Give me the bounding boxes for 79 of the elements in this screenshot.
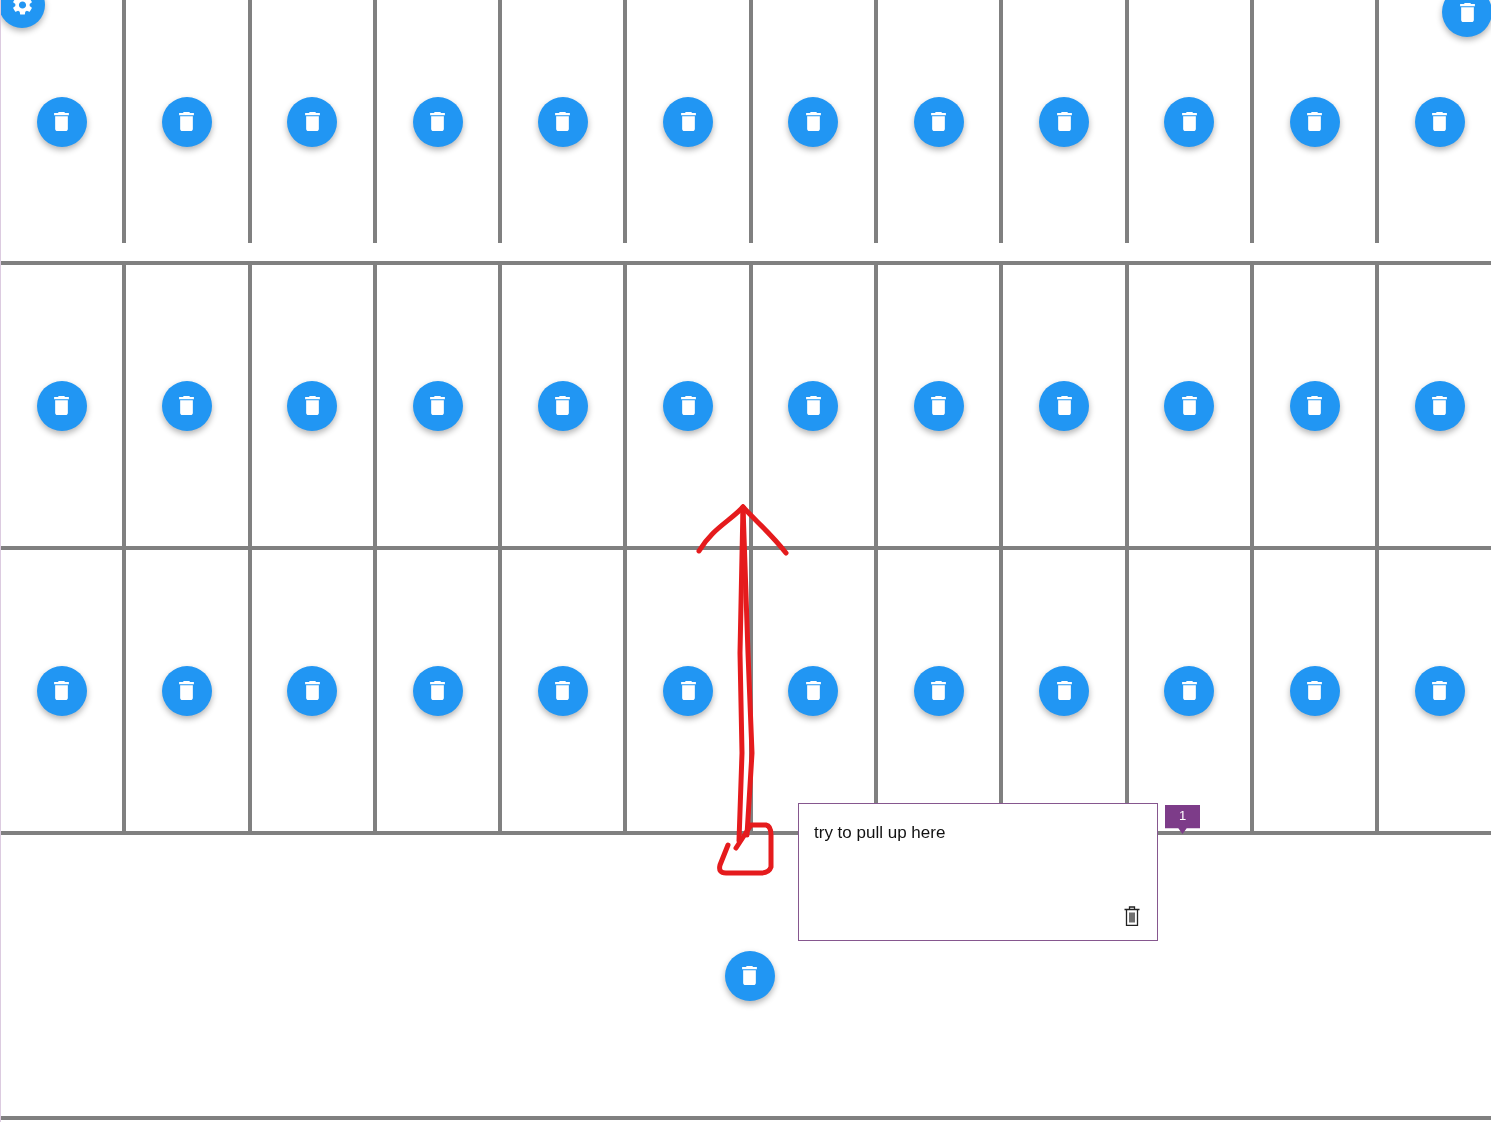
delete-button[interactable] (1442, 0, 1491, 37)
delete-button[interactable] (663, 665, 714, 716)
delete-button[interactable] (913, 665, 964, 716)
delete-button[interactable] (1039, 96, 1089, 147)
trash-icon (805, 681, 821, 700)
trash-icon (680, 396, 696, 415)
delete-button[interactable] (287, 665, 338, 716)
delete-button[interactable] (1289, 96, 1340, 147)
trash-icon (430, 681, 446, 700)
delete-button[interactable] (412, 96, 463, 147)
delete-button[interactable] (161, 96, 212, 147)
trash-icon (1432, 112, 1448, 131)
trash-icon (931, 681, 947, 700)
delete-button[interactable] (1164, 96, 1215, 147)
trash-icon[interactable] (1124, 906, 1140, 926)
trash-icon (1056, 112, 1072, 131)
trash-icon (54, 112, 70, 131)
trash-icon (1307, 396, 1323, 415)
trash-icon (179, 112, 195, 131)
trash-icon (1307, 112, 1323, 131)
trash-icon (304, 681, 320, 700)
delete-button[interactable] (1289, 380, 1340, 431)
trash-icon (680, 681, 696, 700)
trash-icon (179, 396, 195, 415)
delete-button[interactable] (412, 380, 463, 431)
delete-button[interactable] (412, 665, 463, 716)
delete-button[interactable] (287, 380, 338, 431)
delete-button[interactable] (1164, 665, 1215, 716)
trash-icon (1459, 2, 1475, 22)
trash-icon (931, 396, 947, 415)
trash-icon (805, 396, 821, 415)
delete-button[interactable] (287, 96, 338, 147)
trash-icon (1432, 396, 1448, 415)
trash-icon (430, 112, 446, 131)
trash-icon (555, 112, 571, 131)
delete-button[interactable] (663, 96, 714, 147)
delete-button[interactable] (36, 96, 87, 147)
trash-icon (1432, 681, 1448, 700)
delete-button[interactable] (1289, 665, 1340, 716)
delete-button[interactable] (537, 665, 588, 716)
delete-button[interactable] (1039, 665, 1089, 716)
delete-button[interactable] (36, 380, 87, 431)
comment-text: try to pull up here (814, 822, 947, 844)
trash-icon (304, 112, 320, 131)
delete-button[interactable] (788, 665, 839, 716)
trash-icon (1056, 681, 1072, 700)
trash-icon (430, 396, 446, 415)
trash-icon (1181, 112, 1197, 131)
delete-button[interactable] (161, 665, 212, 716)
trash-icon (805, 112, 821, 131)
delete-button[interactable] (1414, 665, 1465, 716)
delete-button[interactable] (724, 950, 775, 1001)
trash-icon (742, 966, 757, 985)
trash-icon (54, 396, 70, 415)
delete-button[interactable] (913, 96, 964, 147)
trash-icon (1307, 681, 1323, 700)
trash-icon (931, 112, 947, 131)
trash-icon (1181, 396, 1197, 415)
delete-button[interactable] (788, 380, 839, 431)
delete-button[interactable] (663, 380, 714, 431)
delete-button[interactable] (913, 380, 964, 431)
trash-icon (304, 396, 320, 415)
delete-button[interactable] (161, 380, 212, 431)
delete-button[interactable] (1414, 380, 1465, 431)
delete-button[interactable] (537, 96, 588, 147)
delete-button[interactable] (537, 380, 588, 431)
trash-icon (555, 396, 571, 415)
settings-icon (12, 0, 32, 15)
delete-button[interactable] (1164, 380, 1215, 431)
delete-button[interactable] (1039, 380, 1089, 431)
trash-icon (1181, 681, 1197, 700)
delete-button[interactable] (36, 665, 87, 716)
trash-icon (54, 681, 70, 700)
delete-button[interactable] (788, 96, 839, 147)
trash-icon (179, 681, 195, 700)
trash-icon (555, 681, 571, 700)
delete-button[interactable] (1414, 96, 1465, 147)
trash-icon (1056, 396, 1072, 415)
trash-icon (680, 112, 696, 131)
